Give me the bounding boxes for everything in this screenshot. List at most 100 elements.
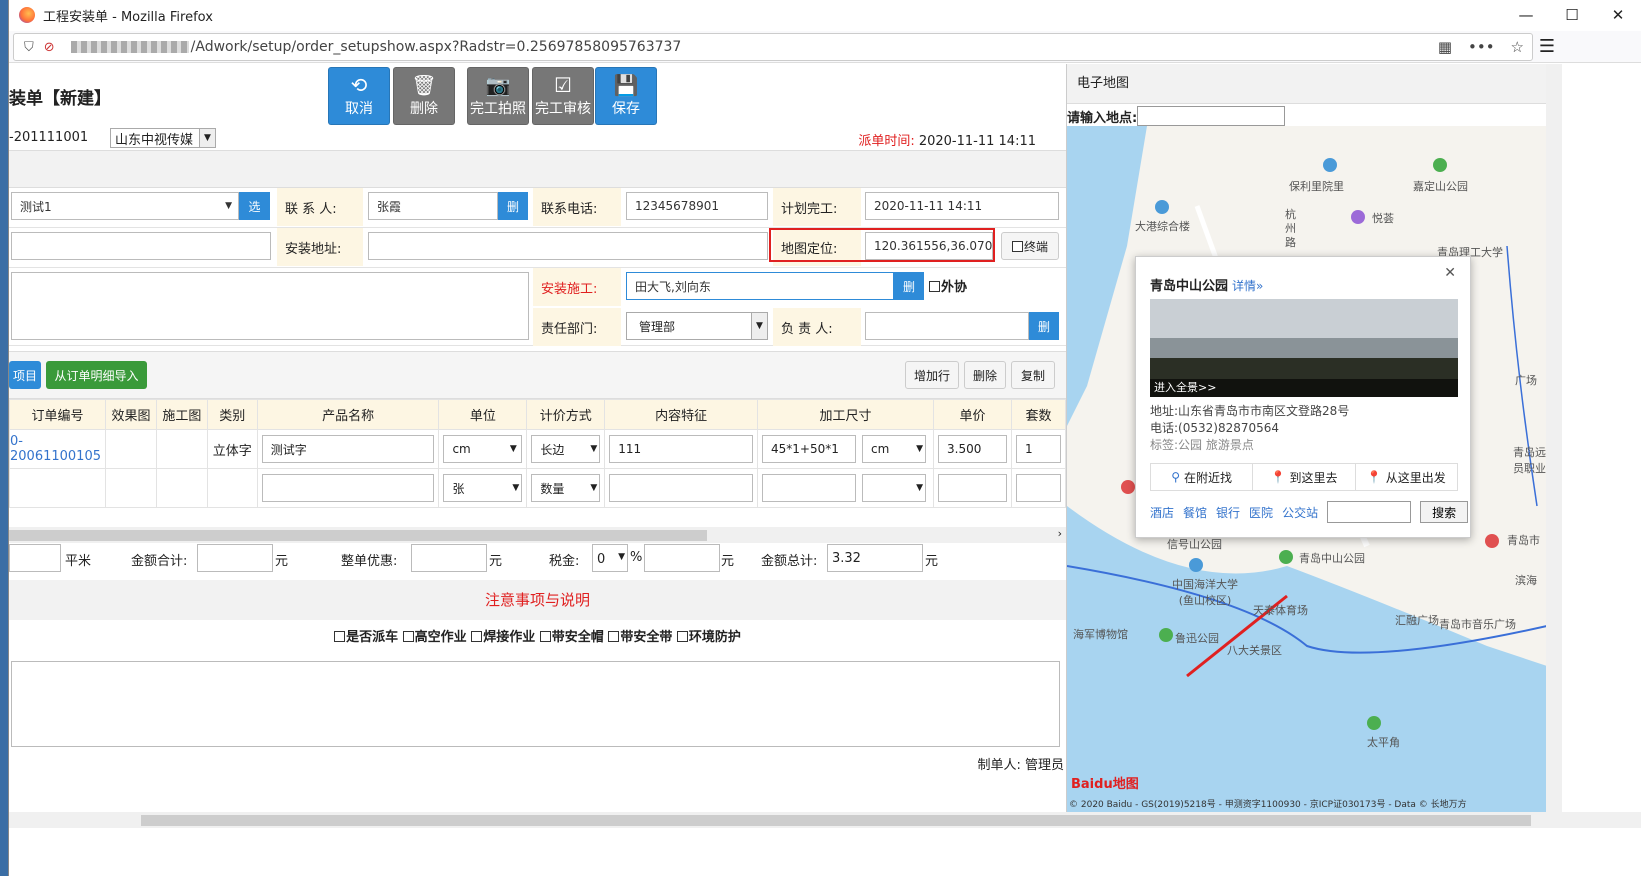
add-row-button[interactable]: 增加行 bbox=[905, 361, 959, 389]
size-input[interactable]: 45*1+50*1 bbox=[762, 435, 857, 463]
photo-button[interactable]: 📷 完工拍照 bbox=[467, 67, 529, 125]
size-unit-select[interactable]: cm ▼ bbox=[862, 435, 927, 463]
poi-marker-icon[interactable] bbox=[1279, 550, 1293, 564]
hamburger-menu-icon[interactable]: ☰ bbox=[1539, 36, 1555, 57]
dept-select[interactable]: 管理部 ▼ bbox=[626, 312, 768, 340]
review-button[interactable]: ☑ 完工审核 bbox=[532, 67, 594, 125]
contact-clear-button[interactable]: 删 bbox=[498, 192, 528, 220]
qr-code-icon[interactable]: ▦ bbox=[1438, 38, 1452, 56]
product-input[interactable] bbox=[261, 474, 435, 502]
remarks-textarea[interactable] bbox=[11, 272, 529, 340]
project-button[interactable]: 项目 bbox=[9, 361, 41, 389]
poi-marker-icon[interactable] bbox=[1351, 210, 1365, 224]
map-search-input[interactable] bbox=[1137, 106, 1286, 126]
poi-marker-icon[interactable] bbox=[1189, 558, 1203, 572]
address-bar[interactable]: ⛉ ⊘ /Adwork/setup/order_setupshow.aspx?R… bbox=[13, 33, 1533, 61]
chevron-right-icon[interactable]: › bbox=[1058, 527, 1062, 540]
copy-row-button[interactable]: 复制 bbox=[1011, 361, 1055, 389]
nearby-restaurant-link[interactable]: 餐馆 bbox=[1183, 504, 1207, 521]
area-input[interactable] bbox=[9, 544, 61, 572]
tax-input[interactable] bbox=[644, 544, 720, 572]
poi-marker-icon[interactable] bbox=[1433, 158, 1447, 172]
tax-rate-select[interactable]: 0 ▼ bbox=[592, 544, 628, 572]
cancel-button[interactable]: ⟲ 取消 bbox=[328, 67, 390, 125]
owner-clear-button[interactable]: 删 bbox=[1029, 312, 1059, 340]
tab-nearby[interactable]: ⚲ 在附近找 bbox=[1151, 464, 1254, 490]
phone-input[interactable]: 12345678901 bbox=[626, 192, 768, 220]
details-link[interactable]: 详情» bbox=[1232, 279, 1263, 293]
scroll-thumb[interactable] bbox=[141, 815, 1531, 826]
option-helmet[interactable]: 带安全帽 bbox=[539, 630, 604, 645]
plan-input[interactable]: 2020-11-11 14:11 bbox=[865, 192, 1059, 220]
poi-marker-icon[interactable] bbox=[1367, 716, 1381, 730]
more-actions-icon[interactable]: ••• bbox=[1468, 38, 1495, 56]
poi-marker-icon[interactable] bbox=[1121, 480, 1135, 494]
installer-clear-button[interactable]: 删 bbox=[894, 272, 924, 300]
page-vertical-scrollbar[interactable] bbox=[1546, 64, 1641, 812]
nearby-search-input[interactable] bbox=[1327, 501, 1412, 523]
bookmark-star-icon[interactable]: ☆ bbox=[1511, 38, 1524, 56]
unit-select[interactable]: 张 ▼ bbox=[443, 474, 523, 502]
option-high-altitude[interactable]: 高空作业 bbox=[402, 630, 467, 645]
save-button[interactable]: 💾 保存 bbox=[595, 67, 657, 125]
panorama-link[interactable]: 进入全景>> bbox=[1150, 379, 1458, 397]
pricing-select[interactable]: 长边 ▼ bbox=[531, 435, 601, 463]
insecure-lock-icon[interactable]: ⊘ bbox=[44, 40, 55, 55]
scroll-thumb[interactable] bbox=[9, 530, 707, 541]
customer-select-button[interactable]: 选 bbox=[239, 192, 270, 220]
scroll-track[interactable] bbox=[1546, 64, 1562, 812]
content-input[interactable] bbox=[609, 474, 754, 502]
nearby-hotel-link[interactable]: 酒店 bbox=[1150, 504, 1174, 521]
unit-select[interactable]: cm ▼ bbox=[443, 435, 523, 463]
outsource-checkbox[interactable]: 外协 bbox=[929, 276, 967, 295]
address-input[interactable] bbox=[368, 232, 768, 260]
maximize-button[interactable]: ☐ bbox=[1549, 0, 1595, 30]
option-welding[interactable]: 焊接作业 bbox=[471, 630, 535, 645]
grand-total-input[interactable]: 3.32 bbox=[827, 544, 923, 572]
product-input[interactable]: 测试字 bbox=[261, 435, 435, 463]
option-safety-belt[interactable]: 带安全带 bbox=[608, 630, 672, 645]
discount-input[interactable] bbox=[411, 544, 487, 572]
delete-row-button[interactable]: 删除 bbox=[964, 361, 1006, 389]
page-horizontal-scrollbar[interactable] bbox=[9, 812, 1641, 828]
close-window-button[interactable]: ✕ bbox=[1595, 0, 1641, 30]
order-code-link[interactable]: 0-20061100105 bbox=[9, 429, 106, 469]
delete-button[interactable]: 🗑 删除 bbox=[393, 67, 455, 125]
nearby-bank-link[interactable]: 银行 bbox=[1216, 504, 1240, 521]
option-environment[interactable]: 环境防护 bbox=[676, 630, 741, 645]
installer-input[interactable]: 田大飞,刘向东 bbox=[626, 272, 894, 300]
qty-input[interactable]: 1 bbox=[1015, 435, 1061, 463]
poi-marker-icon[interactable] bbox=[1155, 200, 1169, 214]
size-input[interactable] bbox=[762, 474, 857, 502]
baidu-map[interactable]: 保利里院里 嘉定山公园 大港综合楼 杭州路 悦荟 青岛理工大学 信号山公园 中国… bbox=[1067, 126, 1547, 812]
table-horizontal-scrollbar[interactable]: › bbox=[9, 527, 1066, 543]
panorama-photo[interactable]: 进入全景>> bbox=[1150, 299, 1458, 397]
price-input[interactable] bbox=[938, 474, 1007, 502]
content-input[interactable]: 111 bbox=[609, 435, 754, 463]
shield-icon[interactable]: ⛉ bbox=[24, 40, 34, 55]
price-input[interactable]: 3.500 bbox=[938, 435, 1007, 463]
tab-go-here[interactable]: 📍 到这里去 bbox=[1253, 464, 1356, 490]
tab-start-here[interactable]: 📍 从这里出发 bbox=[1356, 464, 1457, 490]
qty-input[interactable] bbox=[1015, 474, 1061, 502]
option-dispatch-car[interactable]: 是否派车 bbox=[334, 630, 398, 645]
owner-input[interactable] bbox=[865, 312, 1029, 340]
nearby-bus-link[interactable]: 公交站 bbox=[1282, 504, 1318, 521]
poi-marker-icon[interactable] bbox=[1323, 158, 1337, 172]
import-button[interactable]: 从订单明细导入 bbox=[46, 361, 147, 389]
amount-input[interactable] bbox=[197, 544, 273, 572]
close-icon[interactable]: ✕ bbox=[1444, 265, 1456, 281]
poi-marker-icon[interactable] bbox=[1159, 628, 1173, 642]
customer-extra-input[interactable] bbox=[11, 232, 271, 260]
nearby-search-button[interactable]: 搜索 bbox=[1420, 501, 1469, 523]
contact-input[interactable]: 张霞 bbox=[368, 192, 498, 220]
minimize-button[interactable]: — bbox=[1503, 0, 1549, 30]
poi-marker-icon[interactable] bbox=[1485, 534, 1499, 548]
terminal-checkbox[interactable]: 终端 bbox=[1001, 232, 1059, 260]
pricing-select[interactable]: 数量 ▼ bbox=[531, 474, 601, 502]
company-select[interactable]: 山东中视传媒 ▼ bbox=[110, 128, 216, 148]
nearby-hospital-link[interactable]: 医院 bbox=[1249, 504, 1273, 521]
notes-textarea[interactable] bbox=[11, 661, 1060, 747]
size-unit-select[interactable]: ▼ bbox=[862, 474, 927, 502]
customer-input[interactable]: 测试1 ▼ bbox=[11, 192, 239, 220]
